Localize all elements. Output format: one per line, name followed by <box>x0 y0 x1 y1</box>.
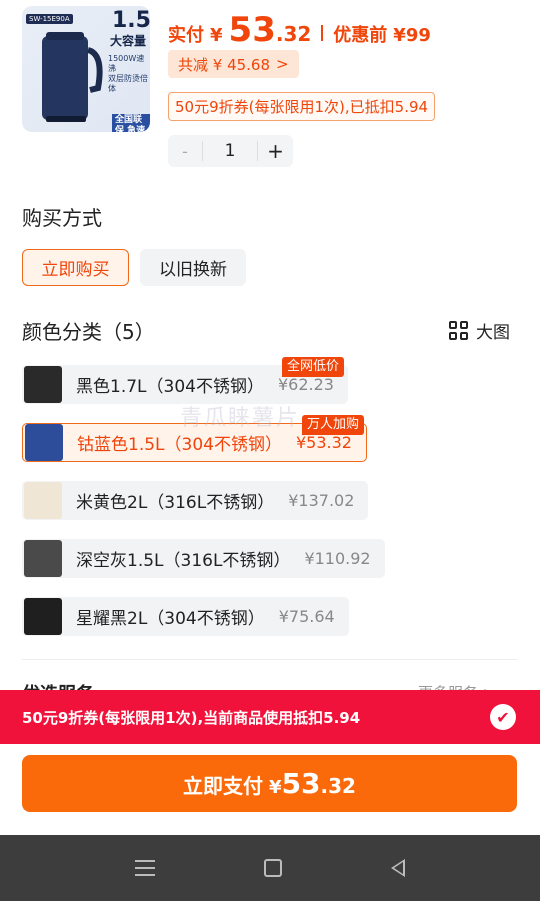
big-view-toggle[interactable]: 大图 <box>449 318 510 343</box>
big-view-label: 大图 <box>476 323 510 343</box>
color-swatch <box>25 424 63 461</box>
color-option-star-black[interactable]: 星耀黑2L（304不锈钢） ¥75.64 <box>22 597 349 636</box>
color-category-title: 颜色分类（5） <box>22 320 155 344</box>
purchase-method-title: 购买方式 <box>22 206 102 230</box>
lowest-price-tag: 全网低价 <box>282 357 345 377</box>
quantity-value[interactable]: 1 <box>202 141 258 161</box>
color-option-space-gray[interactable]: 深空灰1.5L（316L不锈钢） ¥110.92 <box>22 539 385 578</box>
pay-label: 立即支付 <box>183 774 264 798</box>
price-line: 实付 ¥ 53 .32 优惠前 ¥99 <box>168 10 431 50</box>
original-price: ¥99 <box>393 25 431 46</box>
trade-in-option[interactable]: 以旧换新 <box>140 249 246 286</box>
chevron-right-icon: > <box>276 55 289 73</box>
pay-currency: ¥ <box>269 777 282 798</box>
color-price: ¥110.92 <box>304 549 371 568</box>
feature-2: 双层防烫倍体 <box>108 74 148 93</box>
color-price: ¥53.32 <box>295 433 352 452</box>
pay-integer: 53 <box>281 767 321 800</box>
coupon-chip[interactable]: 50元9折券(每张限用1次),已抵扣5.94 <box>168 92 436 121</box>
popular-tag: 万人加购 <box>302 415 365 435</box>
price-separator <box>321 25 324 41</box>
currency-symbol: ¥ <box>210 25 223 46</box>
capacity-label: 大容量 <box>110 34 147 48</box>
kettle-image <box>42 32 103 122</box>
original-price-label: 优惠前 <box>333 25 388 46</box>
price-decimal: .32 <box>275 22 312 46</box>
color-price: ¥75.64 <box>278 607 335 626</box>
coupon-bar-text: 50元9折券(每张限用1次),当前商品使用抵扣5.94 <box>22 708 361 727</box>
watermark: 青瓜睐薯片 <box>180 406 301 431</box>
pay-now-button[interactable]: 立即支付 ¥ 53 .32 <box>22 755 517 812</box>
color-price: ¥62.23 <box>277 375 334 394</box>
color-name: 深空灰1.5L（316L不锈钢） <box>76 551 291 571</box>
quantity-stepper: - 1 + <box>168 135 293 167</box>
discount-text: 共减 ¥ 45.68 <box>178 55 271 74</box>
color-price: ¥137.02 <box>288 491 355 510</box>
check-icon[interactable]: ✔ <box>490 704 516 730</box>
buy-now-option[interactable]: 立即购买 <box>22 249 129 286</box>
color-name: 星耀黑2L（304不锈钢） <box>76 609 265 629</box>
divider <box>22 659 518 660</box>
color-swatch <box>24 540 62 577</box>
color-name: 米黄色2L（316L不锈钢） <box>76 493 275 513</box>
grid-icon <box>449 321 468 340</box>
sku-label: SW-15E90A <box>26 14 73 24</box>
color-swatch <box>24 598 62 635</box>
back-icon[interactable] <box>391 859 406 877</box>
system-nav-bar <box>0 835 540 901</box>
color-swatch <box>24 482 62 519</box>
pay-decimal: .32 <box>320 774 356 798</box>
capacity-text: 1.5L <box>112 8 150 33</box>
increase-button[interactable]: + <box>258 139 293 163</box>
price-integer: 53 <box>228 10 276 50</box>
discount-chip[interactable]: 共减 ¥ 45.68 > <box>168 50 299 78</box>
color-option-beige[interactable]: 米黄色2L（316L不锈钢） ¥137.02 <box>22 481 369 520</box>
coupon-text: 50元9折券(每张限用1次),已抵扣5.94 <box>175 98 429 116</box>
color-name: 钴蓝色1.5L（304不锈钢） <box>77 435 282 455</box>
service-label: 全国联保 急速送达 <box>112 114 150 132</box>
menu-icon[interactable] <box>134 860 155 876</box>
color-swatch <box>24 366 62 403</box>
decrease-button[interactable]: - <box>168 142 202 161</box>
feature-1: 1500W速沸 <box>108 54 145 73</box>
price-label: 实付 <box>168 25 204 46</box>
coupon-applied-bar[interactable]: 50元9折券(每张限用1次),当前商品使用抵扣5.94 ✔ <box>0 690 540 744</box>
home-icon[interactable] <box>263 859 282 877</box>
product-thumbnail[interactable]: SW-15E90A 1.5L 大容量 1500W速沸 双层防烫倍体 全国联保 急… <box>22 6 150 132</box>
color-name: 黑色1.7L（304不锈钢） <box>76 377 264 397</box>
